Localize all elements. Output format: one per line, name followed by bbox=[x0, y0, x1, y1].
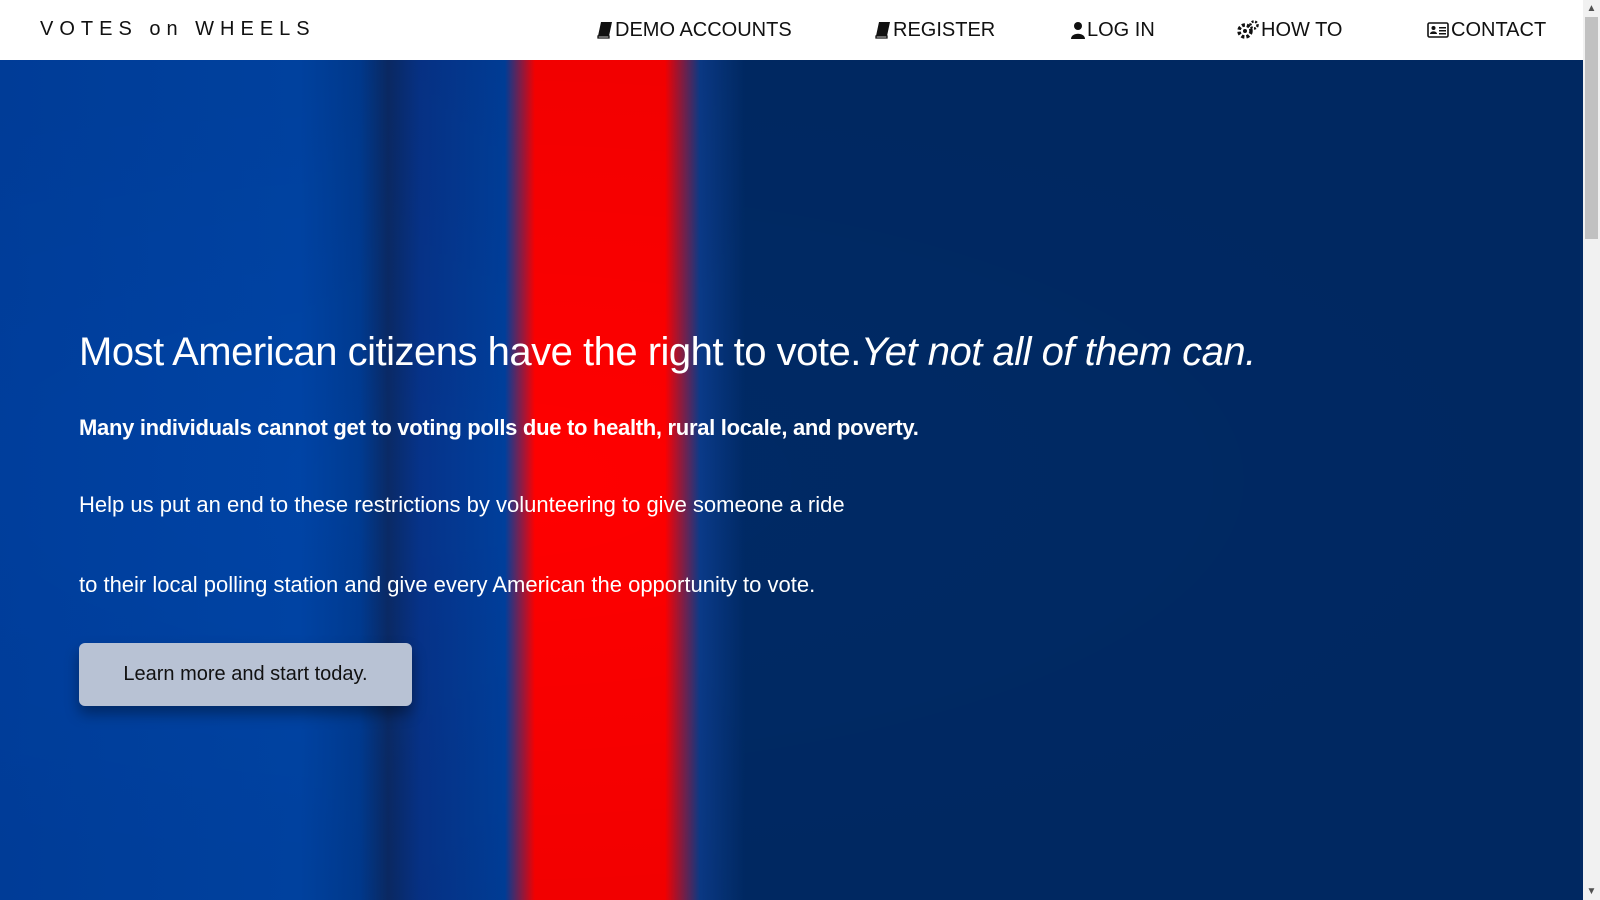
address-card-icon bbox=[1427, 22, 1449, 38]
nav-register[interactable]: REGISTER bbox=[875, 18, 995, 42]
nav-demo-accounts-label: DEMO ACCOUNTS bbox=[615, 18, 792, 41]
nav-login[interactable]: LOG IN bbox=[1071, 18, 1155, 42]
nav-contact-label: CONTACT bbox=[1451, 18, 1547, 41]
site-logo[interactable]: VOTES on WHEELS bbox=[40, 18, 316, 41]
scrollbar-thumb[interactable] bbox=[1585, 17, 1598, 239]
book-icon bbox=[597, 21, 613, 39]
hero-headline-emphasis: Yet not all of them can. bbox=[860, 330, 1256, 374]
nav-login-label: LOG IN bbox=[1087, 18, 1155, 41]
nav-how-to[interactable]: HOW TO bbox=[1237, 18, 1342, 42]
hero-body-line-1: Help us put an end to these restrictions… bbox=[79, 492, 845, 517]
navbar: VOTES on WHEELS DEMO ACCOUNTS REGISTER L… bbox=[0, 0, 1583, 60]
hero-body-line-2: to their local polling station and give … bbox=[79, 572, 816, 597]
scroll-down-arrow-icon[interactable]: ▼ bbox=[1583, 883, 1600, 900]
hero-headline: Most American citizens have the right to… bbox=[79, 330, 1256, 375]
scroll-up-arrow-icon[interactable]: ▲ bbox=[1583, 0, 1600, 17]
hero-subhead: Many individuals cannot get to voting po… bbox=[79, 415, 919, 440]
nav-demo-accounts[interactable]: DEMO ACCOUNTS bbox=[597, 18, 792, 42]
nav-how-to-label: HOW TO bbox=[1261, 18, 1343, 41]
hero-section: Most American citizens have the right to… bbox=[0, 60, 1583, 900]
learn-more-button[interactable]: Learn more and start today. bbox=[79, 643, 412, 706]
user-icon bbox=[1071, 21, 1085, 39]
hero-headline-main: Most American citizens have the right to… bbox=[79, 330, 861, 374]
nav-contact[interactable]: CONTACT bbox=[1427, 18, 1546, 42]
page-scrollbar[interactable]: ▲ ▼ bbox=[1583, 0, 1600, 900]
gears-icon bbox=[1237, 20, 1259, 40]
hero-background bbox=[0, 60, 1583, 900]
nav-register-label: REGISTER bbox=[893, 18, 996, 41]
book-icon bbox=[875, 21, 891, 39]
